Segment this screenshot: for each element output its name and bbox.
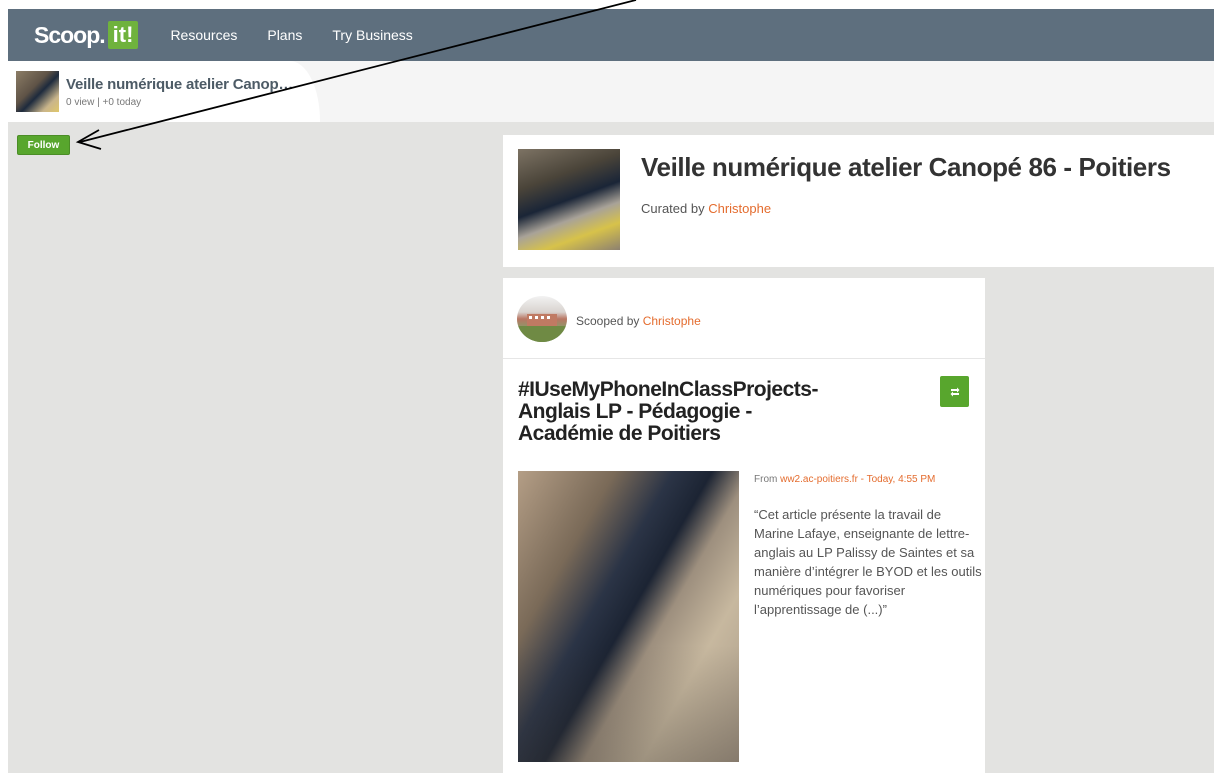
source-link[interactable]: ww2.ac-poitiers.fr - Today, 4:55 PM: [780, 474, 935, 485]
avatar-building-image: [517, 314, 567, 342]
post-image[interactable]: [518, 471, 739, 762]
nav-link-resources[interactable]: Resources: [170, 27, 237, 43]
topic-thumbnail: [518, 149, 620, 250]
post-title-line-3: Académie de Poitiers: [518, 422, 721, 445]
subheader-topic-title[interactable]: Veille numérique atelier Canop…: [66, 76, 293, 93]
nav-link-plans[interactable]: Plans: [267, 27, 302, 43]
page: Scoop. it! Resources Plans Try Business …: [0, 0, 1214, 773]
rescoop-icon: [950, 387, 959, 396]
post-divider: [503, 358, 985, 359]
post-excerpt: “Cet article présente la travail de Mari…: [754, 507, 982, 617]
curator-link[interactable]: Christophe: [708, 201, 771, 216]
topic-curated-by: Curated by Christophe: [641, 201, 771, 216]
subheader-view-stats: 0 view | +0 today: [66, 97, 142, 108]
nav-link-try-business[interactable]: Try Business: [332, 27, 412, 43]
post-source: From ww2.ac-poitiers.fr - Today, 4:55 PM: [754, 473, 954, 486]
post-title-line-1: #IUseMyPhoneInClassProjects-: [518, 378, 818, 401]
follow-button[interactable]: Follow: [17, 135, 70, 155]
scooped-by: Scooped by Christophe: [576, 314, 701, 328]
topic-title: Veille numérique atelier Canopé 86 - Poi…: [641, 152, 1171, 182]
scooped-by-label: Scooped by: [576, 314, 643, 328]
scoopit-logo[interactable]: Scoop. it!: [34, 21, 139, 49]
source-prefix: From: [754, 474, 781, 485]
rescoop-button[interactable]: [940, 376, 969, 407]
curated-by-label: Curated by: [641, 201, 709, 216]
logo-badge: it!: [107, 21, 139, 49]
top-navigation-bar: Scoop. it! Resources Plans Try Business: [8, 9, 1214, 61]
scooper-link[interactable]: Christophe: [643, 314, 701, 328]
logo-text: Scoop.: [34, 21, 106, 48]
post-title[interactable]: #IUseMyPhoneInClassProjects- Anglais LP …: [518, 379, 898, 445]
post-title-line-2: Anglais LP - Pédagogie -: [518, 400, 752, 423]
scooper-avatar[interactable]: [517, 296, 567, 342]
topic-thumbnail-small[interactable]: [16, 71, 59, 112]
